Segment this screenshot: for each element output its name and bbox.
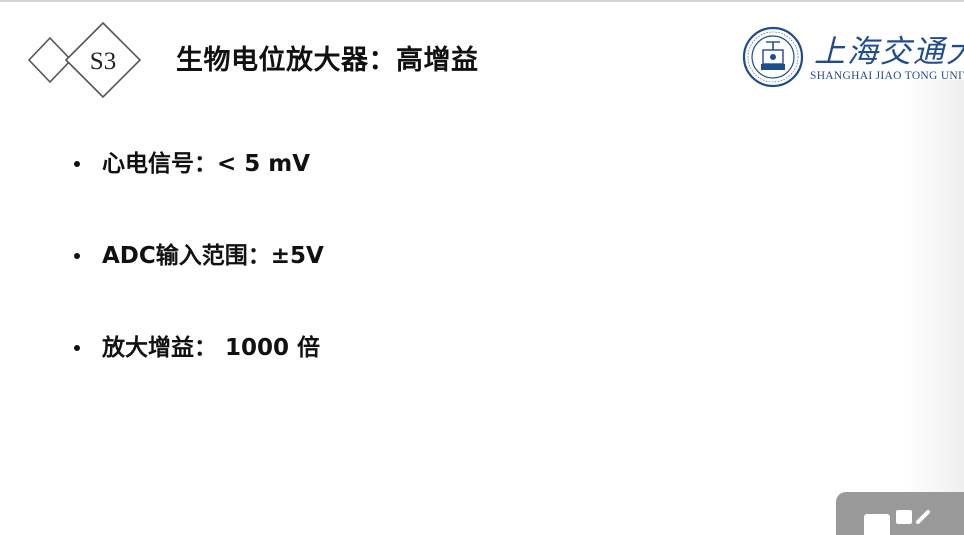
university-logo: 上海交通大学 SHANGHAI JIAO TONG UNIVERSITY (740, 24, 964, 90)
bullet-dot-icon (74, 253, 80, 259)
university-name-en: SHANGHAI JIAO TONG UNIVERSITY (810, 70, 964, 82)
section-label: S3 (90, 48, 116, 75)
bullet-item: 放大增益： 1000 倍 (72, 330, 324, 366)
bullet-item: 心电信号：< 5 mV (72, 146, 324, 182)
screen-share-icon (864, 510, 930, 535)
bullet-dot-icon (74, 161, 80, 167)
bullet-text: ADC输入范围：±5V (102, 243, 324, 269)
section-badge: S3 (26, 20, 144, 102)
bullet-text: 放大增益： 1000 倍 (102, 335, 321, 361)
university-name-cn: 上海交通大学 (814, 34, 964, 70)
slide-title: 生物电位放大器：高增益 (176, 45, 479, 76)
bullet-item: ADC输入范围：±5V (72, 238, 324, 274)
screen-share-widget[interactable] (836, 492, 964, 535)
university-emblem-icon (742, 26, 804, 88)
bullet-text: 心电信号：< 5 mV (102, 151, 311, 177)
top-border (0, 0, 964, 2)
page-edge-shadow (904, 80, 964, 535)
bullet-list: 心电信号：< 5 mV ADC输入范围：±5V 放大增益： 1000 倍 (72, 146, 324, 422)
diamond-badge-icon: S3 (27, 21, 142, 99)
bullet-dot-icon (74, 345, 80, 351)
